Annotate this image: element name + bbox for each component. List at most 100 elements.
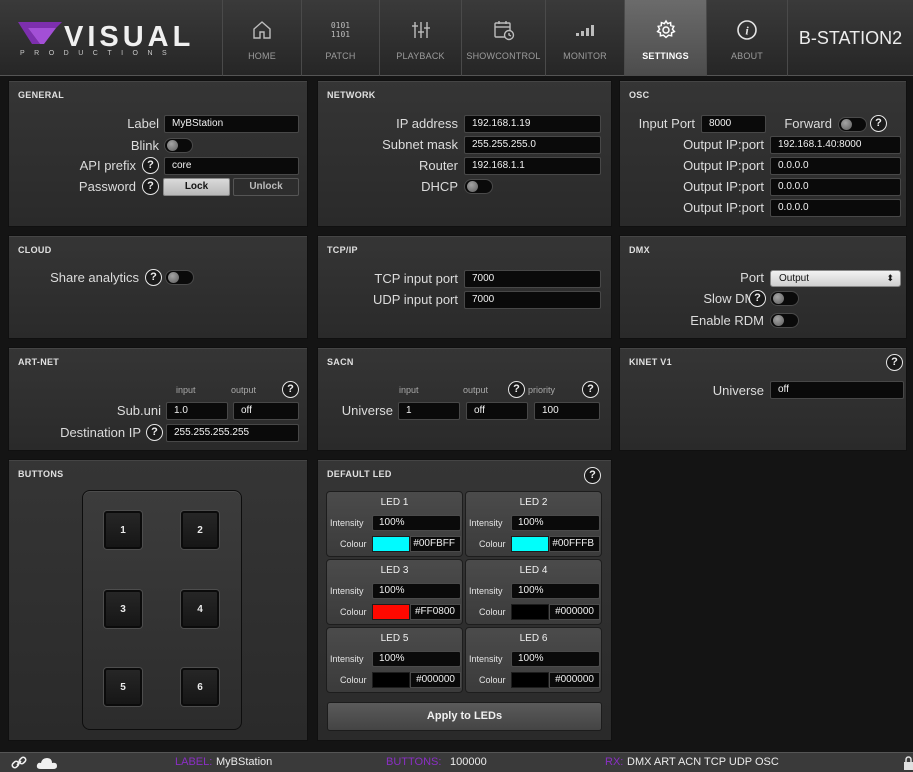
dmx-title: DMX	[629, 245, 650, 255]
key-4[interactable]: 4	[181, 590, 219, 628]
sacn-help-icon[interactable]: ?	[582, 381, 599, 398]
led-2-colour-swatch[interactable]	[511, 536, 549, 552]
key-1[interactable]: 1	[104, 511, 142, 549]
tcp-input-port-input[interactable]: 7000	[464, 270, 601, 288]
logo-subtitle: PRODUCTIONS	[20, 50, 177, 57]
key-2[interactable]: 2	[181, 511, 219, 549]
key-6[interactable]: 6	[181, 668, 219, 706]
artnet-subuni-input[interactable]: 1.0	[166, 402, 228, 420]
nav-about[interactable]: i ABOUT	[706, 0, 787, 76]
led-6-colour-swatch[interactable]	[511, 672, 549, 688]
subuni-label: Sub.uni	[116, 403, 161, 418]
apply-to-leds-button[interactable]: Apply to LEDs	[327, 702, 602, 731]
kinet-help-icon[interactable]: ?	[886, 354, 903, 371]
led-1-colour-swatch[interactable]	[372, 536, 410, 552]
forward-toggle-knob	[841, 119, 852, 130]
led-1-intensity-input[interactable]: 100%	[372, 515, 461, 531]
home-icon	[251, 17, 273, 43]
lock-button[interactable]: Lock	[163, 178, 230, 196]
led-6-intensity-input[interactable]: 100%	[511, 651, 600, 667]
share-analytics-toggle[interactable]	[165, 270, 194, 285]
ip-address-label: IP address	[396, 116, 458, 131]
artnet-subuni-output[interactable]: off	[233, 402, 299, 420]
nav-about-label: ABOUT	[730, 51, 763, 61]
led-5-hex-input[interactable]: #000000	[410, 672, 461, 688]
nav-patch[interactable]: 0101 1101 PATCH	[301, 0, 379, 76]
output-2-input[interactable]: 0.0.0.0	[770, 157, 901, 175]
led-6-colour-label: Colour	[479, 675, 506, 685]
sacn-universe-output[interactable]: off	[466, 402, 528, 420]
api-prefix-help-icon[interactable]: ?	[142, 157, 159, 174]
sacn-universe-input[interactable]: 1	[398, 402, 460, 420]
led-3-colour-label: Colour	[340, 607, 367, 617]
slow-dmx-toggle[interactable]	[770, 291, 799, 306]
status-rx-key: RX:	[605, 756, 624, 768]
info-icon: i	[736, 17, 758, 43]
kinet-universe-input[interactable]: off	[770, 381, 904, 399]
nav-monitor[interactable]: MONITOR	[545, 0, 624, 76]
output-3-input[interactable]: 0.0.0.0	[770, 178, 901, 196]
led-2-hex-input[interactable]: #00FFFB	[549, 536, 600, 552]
input-port-input[interactable]: 8000	[701, 115, 766, 133]
key-3[interactable]: 3	[104, 590, 142, 628]
nav-showcontrol[interactable]: SHOWCONTROL	[461, 0, 545, 76]
port-select[interactable]: Output ⬍	[770, 270, 901, 287]
port-label: Port	[740, 270, 764, 285]
visual-productions-logo: VISUAL PRODUCTIONS	[0, 0, 222, 76]
led-4-colour-swatch[interactable]	[511, 604, 549, 620]
forward-toggle[interactable]	[838, 117, 867, 132]
network-title: NETWORK	[327, 90, 376, 100]
status-buttons-value: 100000	[450, 756, 487, 768]
led-3-hex-input[interactable]: #FF0800	[410, 604, 461, 620]
blink-toggle[interactable]	[164, 138, 193, 153]
api-prefix-input[interactable]: core	[164, 157, 299, 175]
artnet-help-icon[interactable]: ?	[282, 381, 299, 398]
nav-showcontrol-label: SHOWCONTROL	[466, 51, 541, 61]
share-analytics-help-icon[interactable]: ?	[145, 269, 162, 286]
led-3-colour-swatch[interactable]	[372, 604, 410, 620]
router-label: Router	[418, 158, 458, 173]
led-6-intensity-label: Intensity	[469, 654, 503, 664]
output-1-label: Output IP:port	[683, 137, 764, 152]
password-help-icon[interactable]: ?	[142, 178, 159, 195]
led-5-intensity-input[interactable]: 100%	[372, 651, 461, 667]
udp-input-port-input[interactable]: 7000	[464, 291, 601, 309]
nav-home[interactable]: HOME	[222, 0, 301, 76]
top-navigation-bar: VISUAL PRODUCTIONS HOME 0101 1101 PATCH …	[0, 0, 913, 76]
router-input[interactable]: 192.168.1.1	[464, 157, 601, 175]
output-1-input[interactable]: 192.168.1.40:8000	[770, 136, 901, 154]
share-analytics-label: Share analytics	[50, 270, 139, 285]
led-1-hex-input[interactable]: #00FBFF	[410, 536, 461, 552]
slow-dmx-help-icon[interactable]: ?	[749, 290, 766, 307]
enable-rdm-toggle[interactable]	[770, 313, 799, 328]
sacn-priority-input[interactable]: 100	[534, 402, 600, 420]
led-4-intensity-input[interactable]: 100%	[511, 583, 600, 599]
output-4-input[interactable]: 0.0.0.0	[770, 199, 901, 217]
nav-settings-label: SETTINGS	[642, 51, 689, 61]
key-5[interactable]: 5	[104, 668, 142, 706]
dhcp-toggle[interactable]	[464, 179, 493, 194]
led-6-hex-input[interactable]: #000000	[549, 672, 600, 688]
api-prefix-label: API prefix	[79, 158, 136, 173]
label-label: Label	[127, 116, 159, 131]
led-3-intensity-input[interactable]: 100%	[372, 583, 461, 599]
label-input[interactable]: MyBStation	[164, 115, 299, 133]
nav-settings[interactable]: SETTINGS	[624, 0, 706, 76]
default-led-help-icon[interactable]: ?	[584, 467, 601, 484]
led-2-intensity-input[interactable]: 100%	[511, 515, 600, 531]
osc-help-icon[interactable]: ?	[870, 115, 887, 132]
destination-ip-input[interactable]: 255.255.255.255	[166, 424, 299, 442]
nav-playback[interactable]: PLAYBACK	[379, 0, 461, 76]
led-2-colour-label: Colour	[479, 539, 506, 549]
led-1-colour-label: Colour	[340, 539, 367, 549]
faders-icon	[411, 17, 431, 43]
subnet-mask-input[interactable]: 255.255.255.0	[464, 136, 601, 154]
destination-ip-help-icon[interactable]: ?	[146, 424, 163, 441]
unlock-button[interactable]: Unlock	[233, 178, 299, 196]
led-4-hex-input[interactable]: #000000	[549, 604, 600, 620]
nav-playback-label: PLAYBACK	[396, 51, 445, 61]
led-5-colour-swatch[interactable]	[372, 672, 410, 688]
ip-address-input[interactable]: 192.168.1.19	[464, 115, 601, 133]
sacn-output-help-icon[interactable]: ?	[508, 381, 525, 398]
port-select-value: Output	[779, 273, 810, 284]
